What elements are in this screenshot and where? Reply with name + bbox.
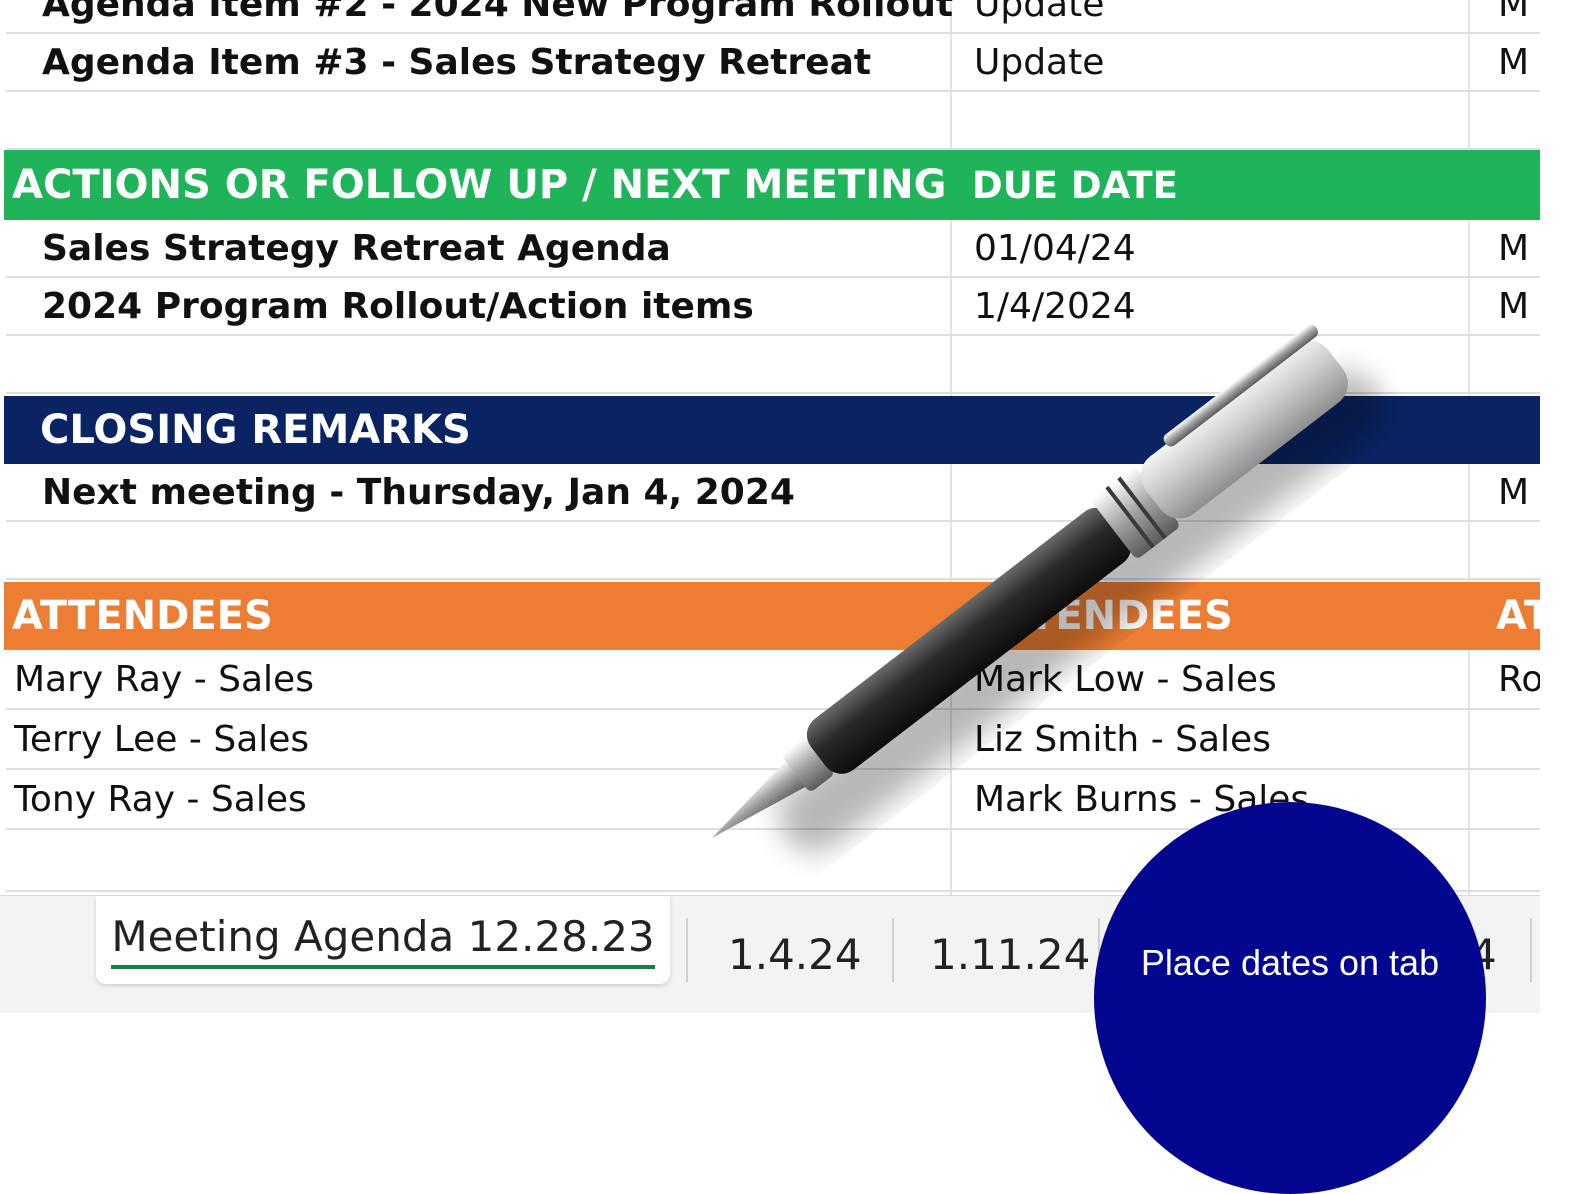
due-date-header: DUE DATE	[972, 163, 1178, 207]
sheet-tab[interactable]: 1.11.24	[930, 896, 1090, 1013]
spreadsheet-grid: Agenda Item #2 - 2024 New Program Rollou…	[0, 0, 1540, 895]
agenda-item-cell[interactable]: Agenda Item #3 - Sales Strategy Retreat	[42, 34, 871, 90]
agenda-type-cell[interactable]: Update	[974, 0, 1104, 32]
empty-row[interactable]	[6, 336, 1540, 394]
closing-row[interactable]: Next meeting - Thursday, Jan 4, 2024 M	[6, 464, 1540, 522]
closing-owner-cell[interactable]: M	[1498, 464, 1529, 520]
actions-header-band[interactable]: ACTIONS OR FOLLOW UP / NEXT MEETING DUE …	[4, 150, 1540, 220]
agenda-row[interactable]: Agenda Item #3 - Sales Strategy Retreat …	[6, 34, 1540, 92]
attendee-row[interactable]: Mary Ray - Sales Mark Low - Sales Ro	[6, 650, 1540, 710]
tab-separator	[1530, 918, 1532, 982]
tab-separator	[892, 918, 894, 982]
sheet-tab[interactable]: 1.4.24	[728, 896, 862, 1013]
agenda-item-cell[interactable]: Agenda Item #2 - 2024 New Program Rollou…	[42, 0, 953, 32]
sheet-tab-label: 1.4.24	[728, 930, 862, 979]
attendee-cell[interactable]: Liz Smith - Sales	[974, 710, 1271, 768]
due-date-cell[interactable]: 01/04/24	[974, 220, 1136, 276]
sheet-tab-label: 1.11.24	[930, 930, 1091, 979]
attendee-row[interactable]: Terry Lee - Sales Liz Smith - Sales	[6, 710, 1540, 770]
action-row[interactable]: 2024 Program Rollout/Action items 1/4/20…	[6, 278, 1540, 336]
attendee-cell[interactable]: Ro	[1498, 650, 1540, 708]
agenda-row[interactable]: Agenda Item #2 - 2024 New Program Rollou…	[6, 0, 1540, 34]
attendees-header-2: ATTENDEES	[972, 593, 1233, 639]
agenda-owner-cell[interactable]: M	[1498, 34, 1529, 90]
closing-header-band[interactable]: CLOSING REMARKS	[4, 396, 1540, 464]
callout-circle: Place dates on tab	[1094, 802, 1486, 1194]
action-owner-cell[interactable]: M	[1498, 278, 1529, 334]
empty-row[interactable]	[6, 522, 1540, 580]
empty-row[interactable]	[6, 92, 1540, 150]
callout-text: Place dates on tab	[1140, 942, 1440, 983]
sheet-tab-label: Meeting Agenda 12.28.23	[111, 912, 655, 969]
actions-header: ACTIONS OR FOLLOW UP / NEXT MEETING	[12, 162, 947, 208]
action-owner-cell[interactable]: M	[1498, 220, 1529, 276]
sheet-tab-active[interactable]: Meeting Agenda 12.28.23	[96, 896, 670, 984]
tab-separator	[686, 918, 688, 982]
attendees-header-1: ATTENDEES	[12, 593, 273, 639]
action-row[interactable]: Sales Strategy Retreat Agenda 01/04/24 M	[6, 220, 1540, 278]
agenda-type-cell[interactable]: Update	[974, 34, 1104, 90]
attendees-header-3: AT	[1496, 593, 1540, 639]
attendee-cell[interactable]: Mark Low - Sales	[974, 650, 1277, 708]
due-date-cell[interactable]: 1/4/2024	[974, 278, 1136, 334]
action-item-cell[interactable]: 2024 Program Rollout/Action items	[42, 278, 754, 334]
attendees-header-band[interactable]: ATTENDEES ATTENDEES AT	[4, 582, 1540, 650]
attendee-cell[interactable]: Mary Ray - Sales	[14, 650, 314, 708]
closing-item-cell[interactable]: Next meeting - Thursday, Jan 4, 2024	[42, 464, 795, 520]
attendee-cell[interactable]: Terry Lee - Sales	[14, 710, 309, 768]
closing-header: CLOSING REMARKS	[40, 407, 471, 453]
agenda-owner-cell[interactable]: M	[1498, 0, 1529, 32]
action-item-cell[interactable]: Sales Strategy Retreat Agenda	[42, 220, 671, 276]
attendee-cell[interactable]: Tony Ray - Sales	[14, 770, 307, 828]
